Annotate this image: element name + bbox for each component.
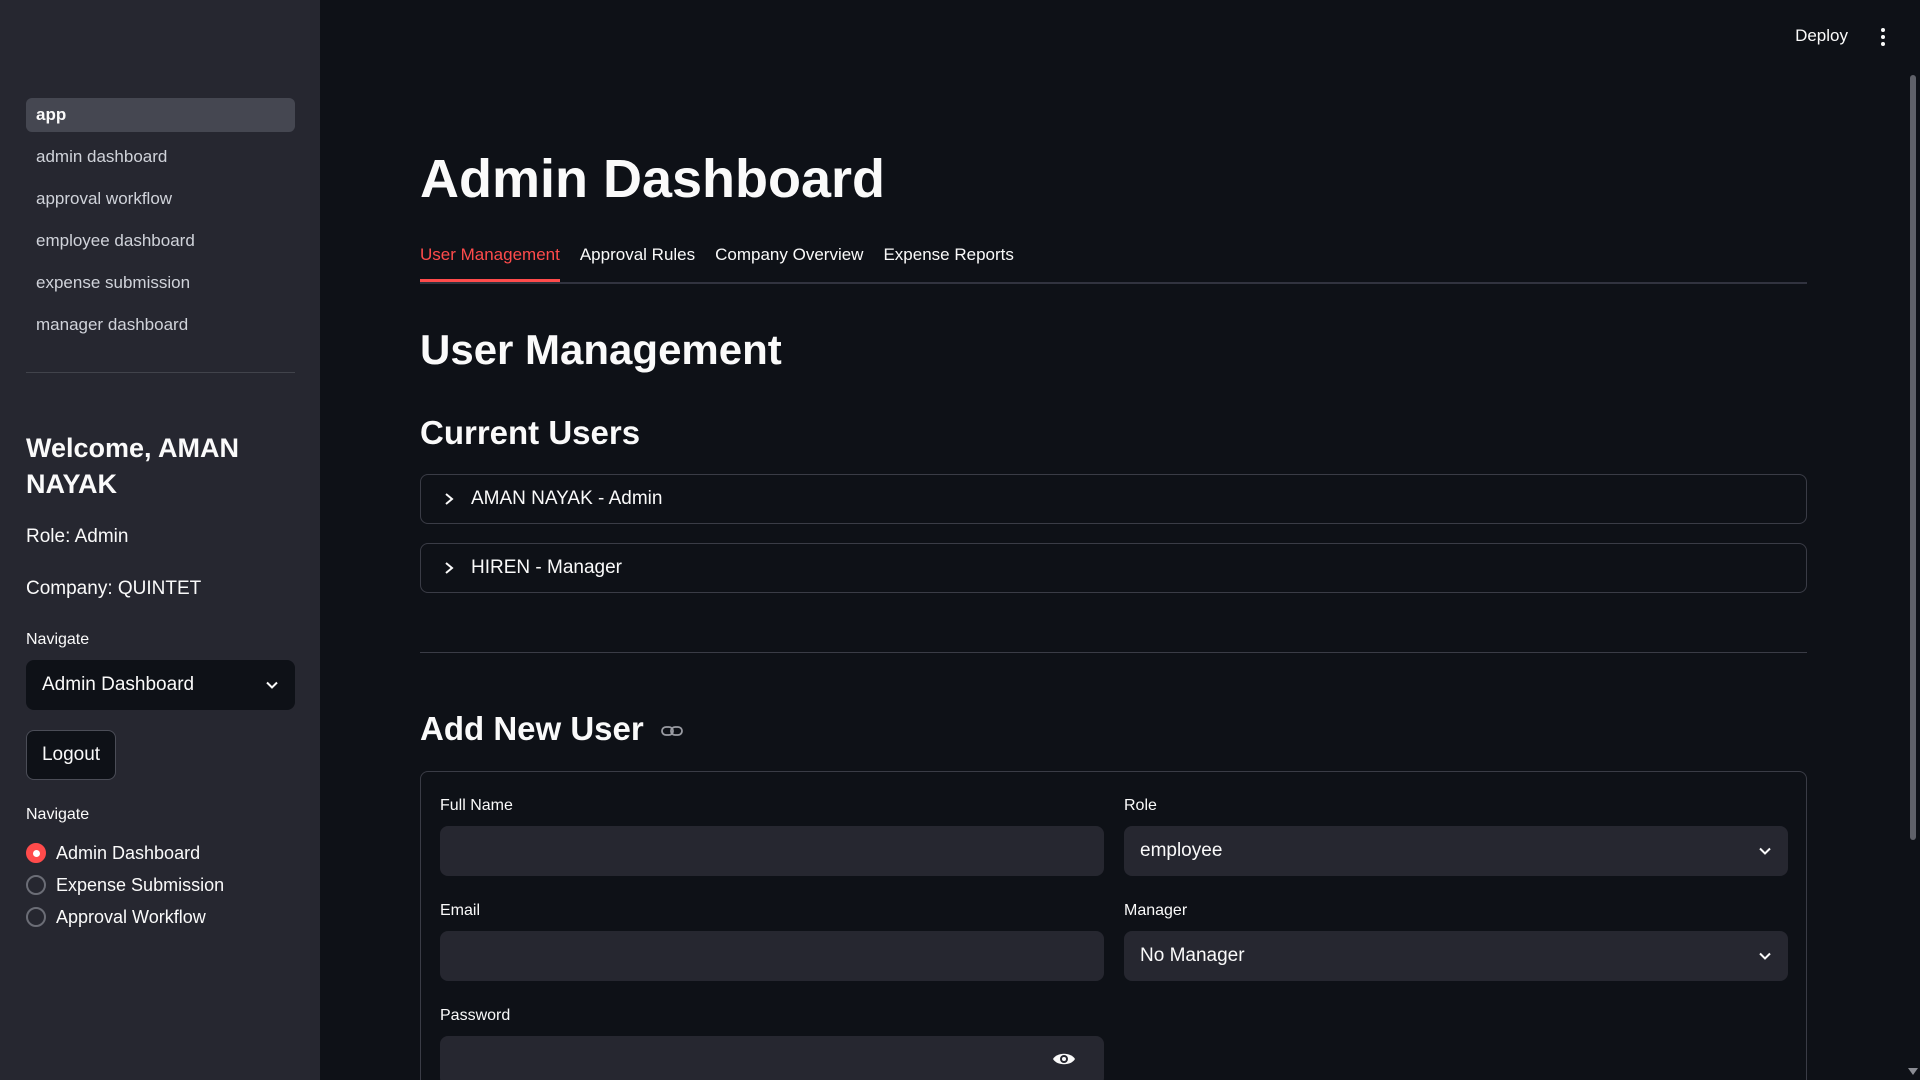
- radio-option-approval-workflow[interactable]: Approval Workflow: [26, 901, 224, 933]
- chevron-down-icon: [1759, 952, 1771, 960]
- full-name-input[interactable]: [440, 826, 1104, 876]
- role-text: Role: Admin: [26, 526, 129, 547]
- user-expander-label: AMAN NAYAK - Admin: [471, 488, 663, 509]
- chevron-right-icon: [445, 562, 454, 574]
- full-name-label: Full Name: [440, 797, 513, 814]
- chevron-right-icon: [445, 493, 454, 505]
- password-label: Password: [440, 1007, 511, 1024]
- tab-approval-rules[interactable]: Approval Rules: [580, 238, 695, 282]
- deploy-button[interactable]: Deploy: [1795, 26, 1848, 46]
- navigate-select-label: Navigate: [26, 631, 90, 648]
- nav-item-app[interactable]: app: [26, 98, 295, 132]
- logout-button[interactable]: Logout: [26, 730, 116, 780]
- link-icon[interactable]: [660, 724, 683, 738]
- email-label: Email: [440, 902, 481, 919]
- radio-option-label: Approval Workflow: [56, 906, 206, 927]
- company-text: Company: QUINTET: [26, 578, 202, 599]
- role-label: Role: [1124, 797, 1157, 814]
- tab-company-overview[interactable]: Company Overview: [715, 238, 863, 282]
- navigate-select-value: Admin Dashboard: [42, 674, 195, 695]
- nav-item-manager-dashboard[interactable]: manager dashboard: [26, 308, 295, 342]
- chevron-down-icon: [266, 681, 278, 689]
- role-select[interactable]: employee: [1124, 826, 1788, 876]
- nav-item-expense-submission[interactable]: expense submission: [26, 266, 295, 300]
- user-expander-label: HIREN - Manager: [471, 557, 622, 578]
- manager-select-value: No Manager: [1140, 945, 1245, 966]
- manager-select[interactable]: No Manager: [1124, 931, 1788, 981]
- page-title: Admin Dashboard: [420, 149, 886, 209]
- radio-option-admin-dashboard[interactable]: Admin Dashboard: [26, 837, 224, 869]
- navigate-radio-group: Admin Dashboard Expense Submission Appro…: [26, 837, 224, 933]
- user-expander[interactable]: AMAN NAYAK - Admin: [420, 474, 1807, 524]
- current-users-title: Current Users: [420, 414, 641, 451]
- radio-unchecked-icon: [26, 907, 46, 927]
- scrollbar-thumb[interactable]: [1910, 75, 1916, 840]
- radio-unchecked-icon: [26, 875, 46, 895]
- radio-option-label: Admin Dashboard: [56, 842, 201, 863]
- password-input[interactable]: [440, 1036, 1104, 1080]
- navigate-select[interactable]: Admin Dashboard: [26, 660, 295, 710]
- tab-bar: User Management Approval Rules Company O…: [420, 238, 1807, 284]
- section-divider: [420, 652, 1807, 653]
- role-select-value: employee: [1140, 840, 1223, 861]
- sidebar-divider: [26, 372, 295, 373]
- tab-expense-reports[interactable]: Expense Reports: [883, 238, 1013, 282]
- welcome-heading: Welcome, AMAN NAYAK: [26, 433, 240, 499]
- app-root: app admin dashboard approval workflow em…: [0, 0, 1920, 1080]
- eye-icon[interactable]: [1052, 1050, 1076, 1068]
- scroll-down-arrow-icon[interactable]: [1908, 1068, 1918, 1075]
- user-expander[interactable]: HIREN - Manager: [420, 543, 1807, 593]
- more-vert-icon[interactable]: [1880, 26, 1886, 48]
- nav-item-approval-workflow[interactable]: approval workflow: [26, 182, 295, 216]
- add-user-heading: Add New User: [420, 710, 683, 748]
- add-user-title: Add New User: [420, 710, 644, 747]
- radio-checked-icon: [26, 843, 46, 863]
- chevron-down-icon: [1759, 847, 1771, 855]
- nav-item-employee-dashboard[interactable]: employee dashboard: [26, 224, 295, 258]
- navigate-radio-label: Navigate: [26, 806, 90, 823]
- page-nav: app admin dashboard approval workflow em…: [26, 98, 295, 350]
- add-user-form: Full Name Role employee Email Manager No…: [420, 771, 1807, 1080]
- sidebar: app admin dashboard approval workflow em…: [0, 0, 320, 1080]
- tab-user-management[interactable]: User Management: [420, 238, 560, 282]
- radio-option-label: Expense Submission: [56, 874, 225, 895]
- nav-item-admin-dashboard[interactable]: admin dashboard: [26, 140, 295, 174]
- radio-option-expense-submission[interactable]: Expense Submission: [26, 869, 224, 901]
- email-input[interactable]: [440, 931, 1104, 981]
- section-title: User Management: [420, 326, 782, 373]
- manager-label: Manager: [1124, 902, 1188, 919]
